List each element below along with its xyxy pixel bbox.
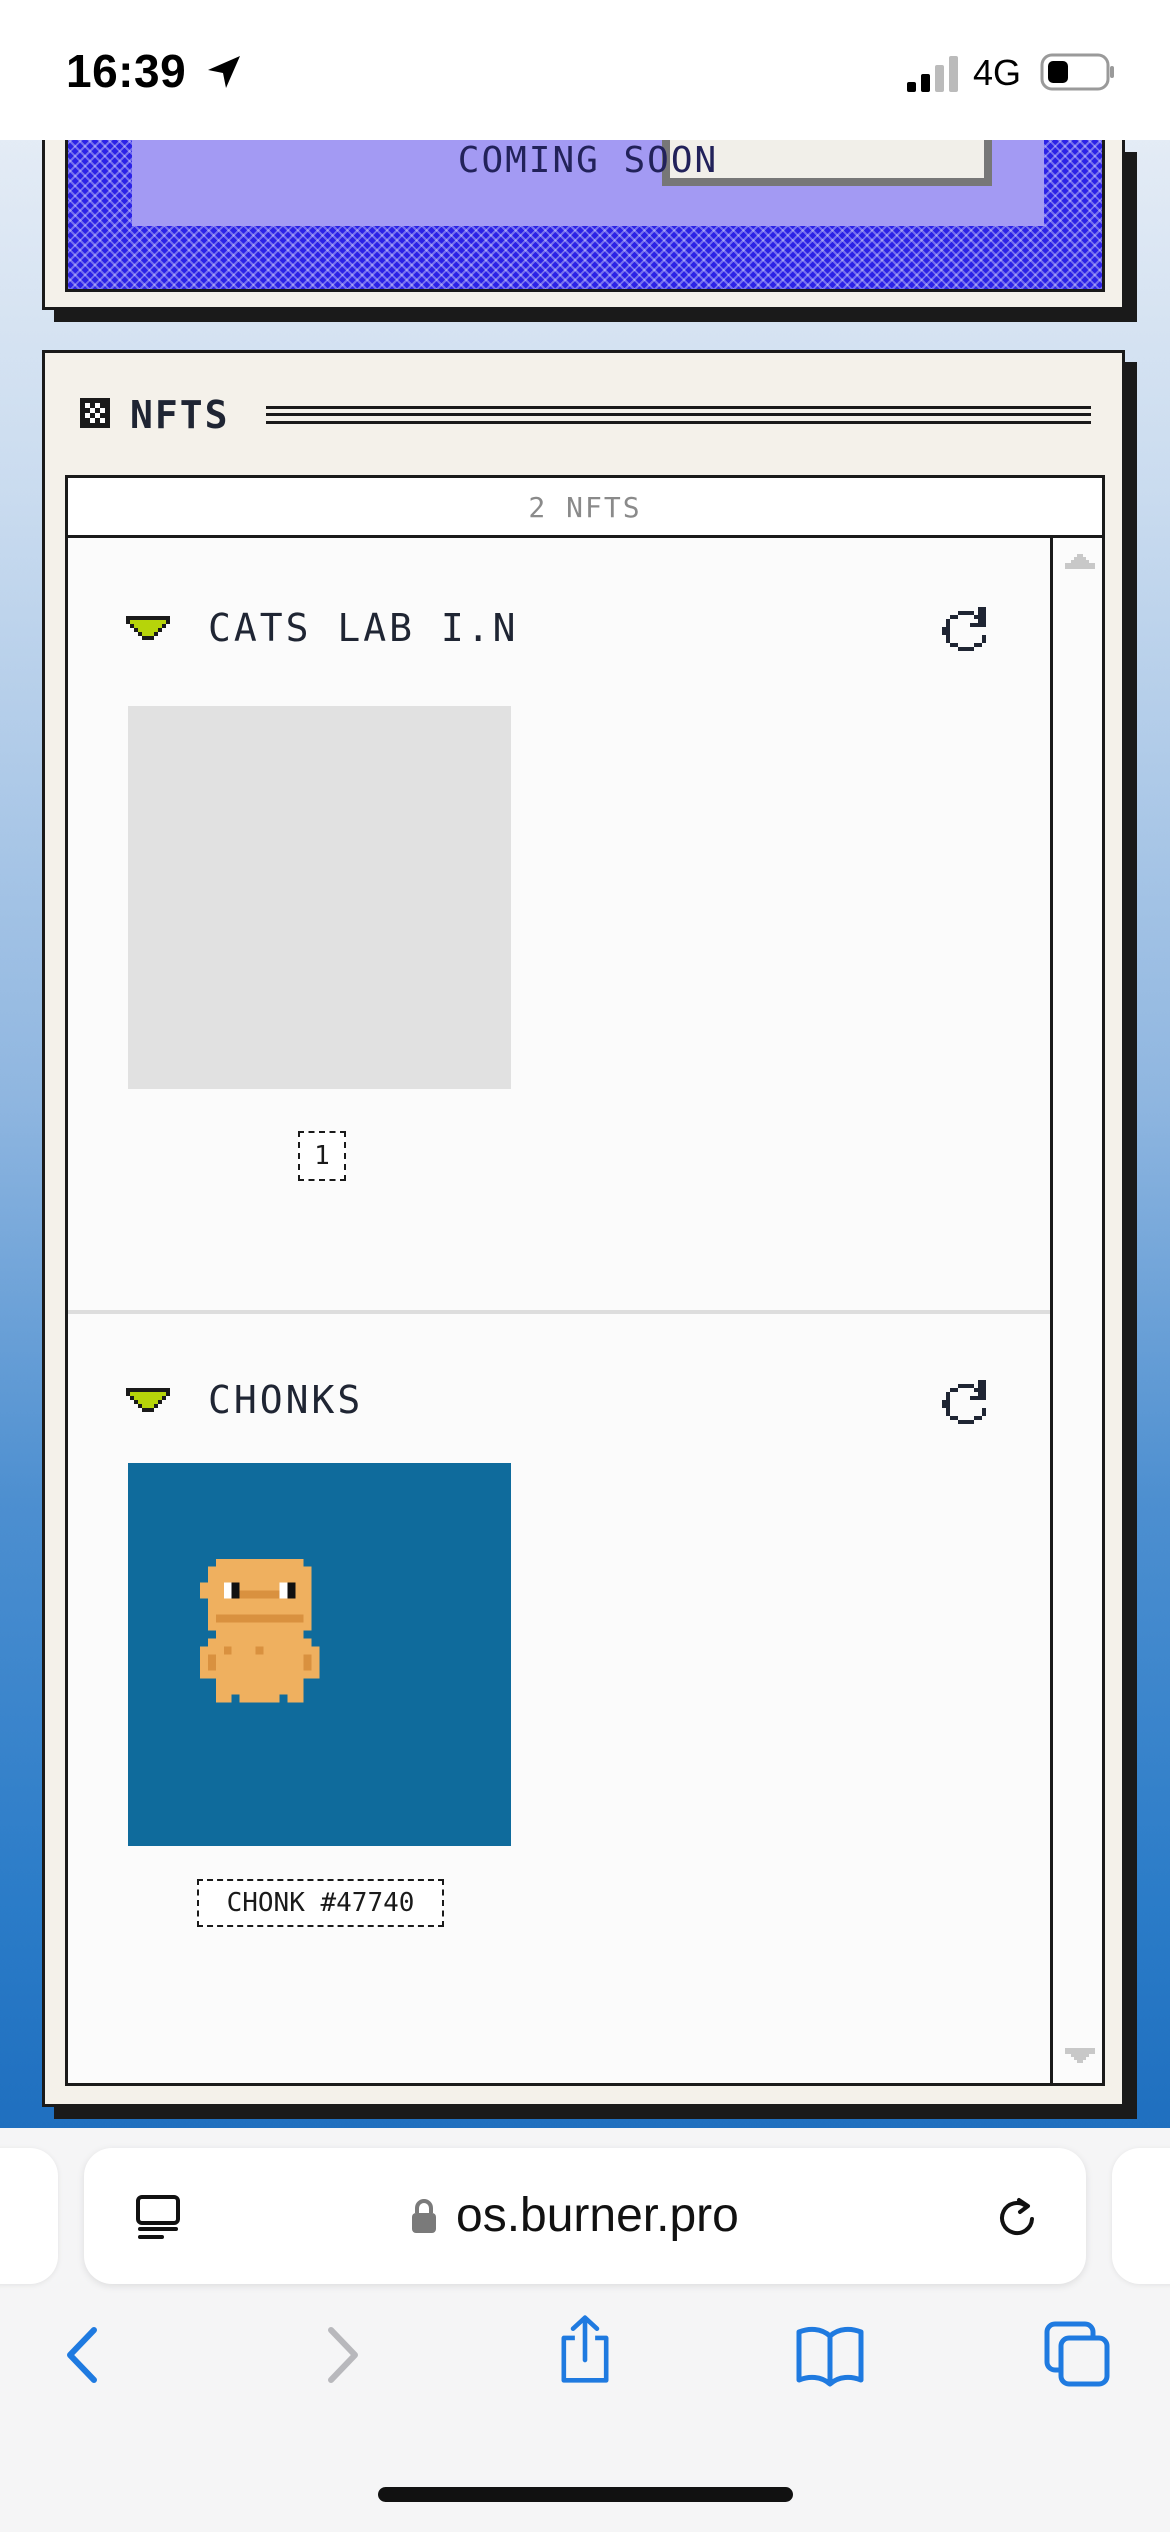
- tabs-icon[interactable]: [1043, 2320, 1113, 2390]
- url-text[interactable]: os.burner.pro: [456, 2188, 739, 2243]
- scroll-up-icon[interactable]: [1065, 554, 1095, 572]
- refresh-icon[interactable]: [942, 607, 990, 655]
- title-rule: [266, 406, 1091, 424]
- nft-count: 2 NFTS: [528, 491, 642, 524]
- signal-icon: [907, 56, 958, 92]
- chonk-character: [128, 1463, 511, 1846]
- collection-chonks: CHONKS CHONK #47740: [68, 1318, 1050, 2083]
- location-arrow-icon: [208, 56, 240, 88]
- bookmarks-icon[interactable]: [795, 2320, 865, 2390]
- network-type: 4G: [973, 52, 1022, 93]
- coming-soon-window: COMING SOON: [42, 140, 1125, 310]
- scroll-down-icon[interactable]: [1065, 2048, 1095, 2066]
- collection-cats-lab: CATS LAB I.N 1: [68, 541, 1050, 1314]
- refresh-icon[interactable]: [942, 1380, 990, 1428]
- nft-window: NFTS 2 NFTS CATS LAB I.N 1 CHONKS CHONK …: [42, 350, 1125, 2107]
- browser-toolbar: os.burner.pro: [0, 2128, 1170, 2532]
- reload-icon[interactable]: [992, 2192, 1042, 2242]
- battery-icon: [1040, 53, 1114, 91]
- lock-icon: [412, 2199, 436, 2233]
- back-icon[interactable]: [50, 2320, 120, 2390]
- collection-name[interactable]: CATS LAB I.N: [208, 606, 519, 650]
- checker-icon: [80, 398, 110, 428]
- scrollbar[interactable]: [1050, 538, 1102, 2083]
- nft-window-title: NFTS: [130, 393, 230, 437]
- previous-tab[interactable]: [0, 2148, 58, 2284]
- nft-token-tag[interactable]: CHONK #47740: [197, 1879, 444, 1927]
- nft-count-bar: 2 NFTS: [68, 478, 1102, 538]
- forward-icon[interactable]: [305, 2320, 375, 2390]
- nft-image-chonk[interactable]: [128, 1463, 511, 1846]
- coming-soon-screen: COMING SOON: [65, 140, 1105, 292]
- chevron-down-icon[interactable]: [126, 1388, 170, 1416]
- share-icon[interactable]: [550, 2314, 620, 2384]
- chevron-down-icon[interactable]: [126, 616, 170, 644]
- page-menu-icon[interactable]: [134, 2194, 182, 2240]
- nft-panel: 2 NFTS CATS LAB I.N 1 CHONKS CHONK #4774…: [65, 475, 1105, 2086]
- coming-soon-label: COMING SOON: [457, 140, 719, 181]
- nft-token-tag[interactable]: 1: [298, 1131, 346, 1181]
- coming-soon-inner: COMING SOON: [132, 140, 1044, 226]
- collection-name[interactable]: CHONKS: [208, 1378, 363, 1422]
- status-bar: 16:39 4G: [0, 0, 1170, 140]
- home-indicator: [378, 2487, 793, 2502]
- nft-image-placeholder[interactable]: [128, 706, 511, 1089]
- status-time: 16:39: [66, 45, 187, 97]
- next-tab[interactable]: [1112, 2148, 1170, 2284]
- address-bar[interactable]: os.burner.pro: [84, 2148, 1086, 2284]
